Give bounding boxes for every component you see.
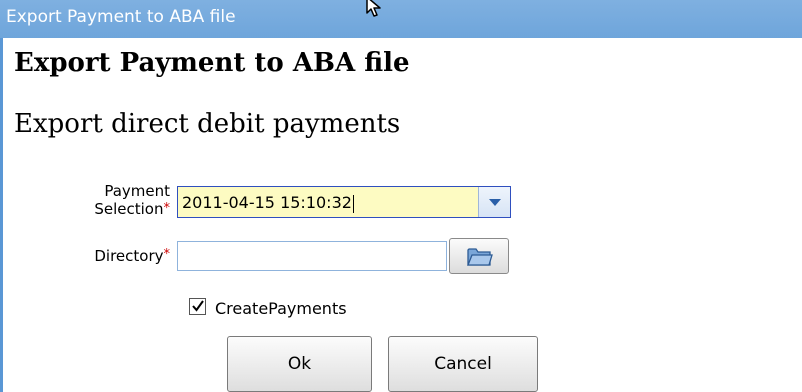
required-mark: * [163, 201, 171, 216]
window-titlebar[interactable]: Export Payment to ABA file [0, 0, 802, 38]
payment-selection-label: Payment Selection* [60, 182, 170, 218]
check-icon [192, 300, 204, 312]
dialog-heading: Export Payment to ABA file [14, 48, 410, 78]
directory-label: Directory* [60, 247, 170, 265]
mouse-pointer-icon [366, 0, 381, 17]
directory-label-text: Directory [94, 247, 164, 265]
chevron-down-icon [489, 199, 501, 206]
window-title: Export Payment to ABA file [6, 7, 236, 27]
payment-selection-label-line1: Payment [104, 182, 170, 200]
payment-selection-combobox[interactable]: 2011-04-15 15:10:32 [177, 186, 511, 218]
payment-selection-dropdown-button[interactable] [478, 187, 510, 217]
ok-button[interactable]: Ok [227, 336, 372, 392]
directory-input[interactable] [177, 241, 447, 271]
text-caret [352, 194, 354, 213]
dialog-subheading: Export direct debit payments [14, 109, 401, 139]
create-payments-label[interactable]: CreatePayments [215, 299, 347, 318]
browse-directory-button[interactable] [449, 238, 509, 274]
required-mark: * [163, 247, 171, 262]
payment-selection-value[interactable]: 2011-04-15 15:10:32 [182, 193, 354, 213]
payment-selection-label-line2: Selection [94, 200, 164, 218]
folder-icon [467, 248, 493, 266]
create-payments-checkbox[interactable] [189, 298, 206, 315]
cancel-button[interactable]: Cancel [388, 336, 538, 392]
